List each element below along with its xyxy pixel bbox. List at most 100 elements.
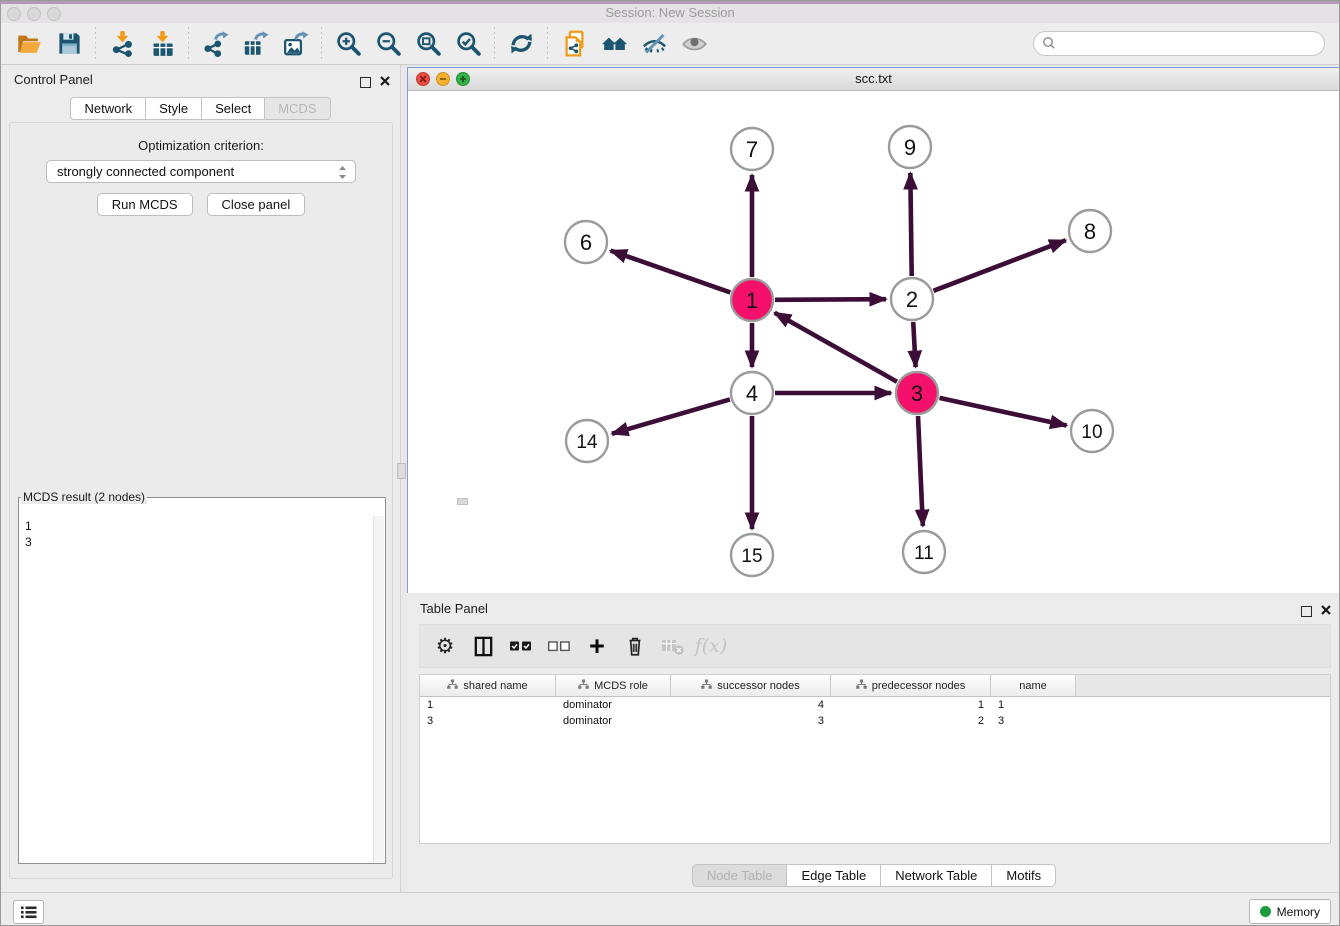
graph-edge-3-1[interactable] [775, 313, 897, 382]
import-network-icon[interactable] [102, 27, 142, 61]
select-all-icon[interactable] [506, 630, 536, 662]
network-canvas[interactable]: 7968124314101511 [408, 91, 1339, 593]
tab-select[interactable]: Select [202, 97, 265, 120]
sort-hierarchy-icon [447, 679, 458, 692]
column-header-predecessor-nodes[interactable]: predecessor nodes [831, 675, 991, 696]
tab-style[interactable]: Style [146, 97, 202, 120]
houses-icon[interactable] [594, 27, 634, 61]
network-canvas-svg: 7968124314101511 [408, 91, 1339, 593]
close-table-panel-icon[interactable] [1321, 602, 1331, 620]
tab-network-table[interactable]: Network Table [881, 864, 992, 887]
task-history-button[interactable] [13, 900, 44, 924]
column-header-MCDS-role[interactable]: MCDS role [556, 675, 671, 696]
graph-node-label-3: 3 [911, 381, 923, 406]
import-table-icon[interactable] [142, 27, 182, 61]
save-session-icon[interactable] [49, 27, 89, 61]
export-table-icon[interactable] [235, 27, 275, 61]
add-column-icon[interactable]: + [582, 630, 612, 662]
search-icon [1042, 36, 1056, 55]
control-panel: Control Panel NetworkStyleSelectMCDS Opt… [1, 65, 401, 892]
table-cell: dominator [556, 699, 671, 711]
table-cell: 1 [831, 699, 991, 711]
settings-gear-icon[interactable]: ⚙ [430, 630, 460, 662]
column-layout-icon[interactable] [468, 630, 498, 662]
graph-node-label-1: 1 [746, 288, 758, 313]
zoom-out-icon[interactable] [368, 27, 408, 61]
table-cell: 4 [671, 699, 831, 711]
table-cell: 3 [420, 715, 556, 727]
mcds-result-values: 13 [19, 516, 373, 863]
memory-label: Memory [1277, 905, 1320, 919]
sort-hierarchy-icon [578, 679, 589, 692]
optimization-criterion-select[interactable]: strongly connected component [46, 160, 356, 183]
graph-node-label-8: 8 [1084, 219, 1096, 244]
graph-edge-1-6[interactable] [611, 251, 731, 293]
graph-edge-2-3[interactable] [913, 322, 915, 367]
deselect-all-icon[interactable] [544, 630, 574, 662]
delete-column-icon[interactable] [620, 630, 650, 662]
column-header-shared-name[interactable]: shared name [420, 675, 556, 696]
tab-node-table[interactable]: Node Table [692, 864, 788, 887]
column-header-name[interactable]: name [991, 675, 1076, 696]
status-bar: Memory [1, 892, 1339, 926]
graph-node-label-14: 14 [576, 432, 598, 453]
float-panel-icon[interactable] [360, 77, 371, 88]
hide-selected-icon[interactable] [634, 27, 674, 61]
tab-motifs[interactable]: Motifs [992, 864, 1056, 887]
column-header-successor-nodes[interactable]: successor nodes [671, 675, 831, 696]
graph-node-label-15: 15 [741, 546, 762, 567]
zoom-fit-icon[interactable] [408, 27, 448, 61]
table-row[interactable]: 3dominator323 [420, 713, 1330, 729]
show-hidden-icon[interactable] [674, 27, 714, 61]
open-session-icon[interactable] [9, 27, 49, 61]
export-network-icon[interactable] [195, 27, 235, 61]
sort-hierarchy-icon [701, 679, 712, 692]
float-table-panel-icon[interactable] [1301, 606, 1312, 617]
table-cell: 1 [991, 699, 1076, 711]
close-panel-button[interactable]: Close panel [207, 193, 306, 216]
graph-node-label-4: 4 [746, 381, 758, 406]
graph-edge-2-8[interactable] [933, 240, 1065, 291]
graph-node-label-9: 9 [904, 135, 916, 160]
clone-network-icon[interactable] [554, 27, 594, 61]
result-scrollbar[interactable] [373, 516, 384, 862]
node-table: shared nameMCDS rolesuccessor nodesprede… [419, 674, 1331, 844]
network-window-titlebar[interactable]: scc.txt [408, 68, 1339, 91]
memory-status-icon [1260, 906, 1271, 917]
mcds-result-title: MCDS result (2 nodes) [21, 490, 147, 504]
delete-table-icon [658, 630, 688, 662]
window-resize-grip[interactable] [457, 498, 468, 505]
mcds-result-box: MCDS result (2 nodes) 13 [18, 490, 386, 864]
graph-edge-2-9[interactable] [910, 173, 911, 276]
table-cell: 2 [831, 715, 991, 727]
tab-mcds[interactable]: MCDS [265, 97, 330, 120]
node-table-header: shared nameMCDS rolesuccessor nodesprede… [420, 675, 1330, 697]
refresh-network-icon[interactable] [501, 27, 541, 61]
tab-network[interactable]: Network [70, 97, 146, 120]
run-mcds-button[interactable]: Run MCDS [97, 193, 193, 216]
app-titlebar: Session: New Session [1, 1, 1339, 24]
graph-edge-3-10[interactable] [939, 398, 1066, 426]
application-window: Session: New Session Control Panel Netwo… [0, 0, 1340, 926]
graph-edge-3-11[interactable] [918, 416, 923, 526]
memory-button[interactable]: Memory [1249, 899, 1331, 924]
graph-node-label-7: 7 [746, 137, 758, 162]
zoom-selected-icon[interactable] [448, 27, 488, 61]
function-builder-icon: f(x) [696, 630, 726, 662]
search-input[interactable] [1033, 31, 1325, 56]
table-toolbar: ⚙ + f(x) [419, 624, 1331, 668]
graph-edge-4-14[interactable] [612, 399, 730, 433]
panel-divider-grip[interactable] [397, 463, 406, 479]
tab-edge-table[interactable]: Edge Table [787, 864, 881, 887]
graph-edge-1-2[interactable] [775, 299, 886, 300]
export-image-icon[interactable] [275, 27, 315, 61]
table-panel: Table Panel ⚙+f(x) shared nameMCDS roles… [407, 596, 1340, 892]
zoom-in-icon[interactable] [328, 27, 368, 61]
table-cell: 1 [420, 699, 556, 711]
table-cell: dominator [556, 715, 671, 727]
close-panel-icon[interactable] [380, 73, 390, 91]
main-toolbar [1, 23, 1339, 65]
mcds-panel: Optimization criterion: strongly connect… [9, 122, 393, 879]
table-row[interactable]: 1dominator411 [420, 697, 1330, 713]
graph-node-label-2: 2 [906, 287, 918, 312]
